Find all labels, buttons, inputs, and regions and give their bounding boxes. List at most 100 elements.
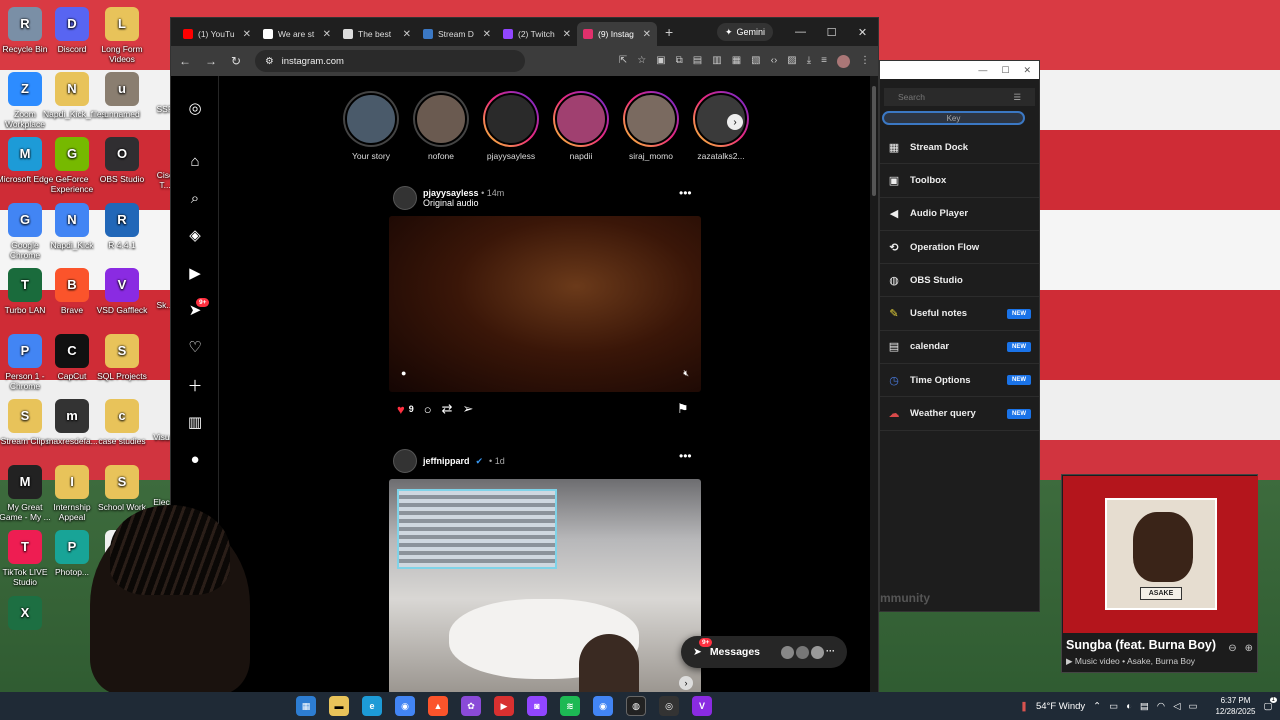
tray-icon[interactable]: ◐ (1126, 701, 1132, 712)
install-icon[interactable]: ⇱ (619, 55, 627, 68)
share-icon[interactable]: ➢ (463, 401, 474, 417)
story-item[interactable]: Your story (341, 91, 401, 161)
home-icon[interactable]: ⌂ (185, 151, 205, 171)
gemini-button[interactable]: ✦ Gemini (717, 23, 774, 41)
browser-tab[interactable]: The best ✕ (337, 22, 417, 46)
desktop-icon[interactable]: S SQL Projects (93, 334, 151, 381)
dashboard-icon[interactable]: ▥ (185, 412, 205, 432)
extension-icon[interactable]: ▥ (712, 55, 721, 68)
menu-icon[interactable]: ⋮ (860, 55, 870, 68)
clock[interactable]: 6:37 PM 12/28/2025 (1215, 695, 1255, 717)
browser-tab[interactable]: Stream D ✕ (417, 22, 497, 46)
create-icon[interactable]: ＋ (185, 375, 205, 395)
more-options-icon[interactable]: ••• (679, 449, 692, 463)
new-tab-button[interactable]: + (665, 24, 673, 40)
code-icon[interactable]: ‹› (771, 55, 778, 68)
desktop-icon[interactable]: X (0, 596, 54, 633)
chrome-icon[interactable]: ◉ (395, 696, 415, 716)
start-icon[interactable]: ▦ (296, 696, 316, 716)
tray-icon[interactable]: ▭ (1109, 701, 1118, 712)
desktop-icon[interactable]: R R 4.4.1 (93, 203, 151, 250)
app-icon[interactable]: ▶ (494, 696, 514, 716)
dock-search-input[interactable]: Search ☰ (884, 88, 1035, 106)
weather-icon[interactable]: ❚ (1020, 701, 1028, 712)
avatar[interactable] (393, 186, 417, 210)
back-icon[interactable]: ← (179, 54, 191, 68)
app-icon[interactable]: ✿ (461, 696, 481, 716)
maximize-icon[interactable]: ☐ (1001, 65, 1009, 76)
repost-icon[interactable]: ⇄ (442, 401, 453, 417)
desktop-icon[interactable]: O OBS Studio (93, 137, 151, 184)
reels-icon[interactable]: ▶ (185, 263, 205, 283)
story-item[interactable]: pjayysayless (481, 91, 541, 161)
mute-icon[interactable]: 🔇︎ (683, 368, 689, 379)
explore-icon[interactable]: ◈ (185, 225, 205, 245)
reload-icon[interactable]: ↻ (231, 54, 241, 68)
chevron-right-icon[interactable]: › (679, 676, 693, 690)
page-scrollbar[interactable] (870, 76, 878, 692)
profile-avatar[interactable] (837, 54, 850, 68)
heart-icon[interactable]: ♡ (185, 337, 205, 357)
more-options-icon[interactable]: ••• (679, 186, 692, 200)
story-item[interactable]: nofone (411, 91, 471, 161)
file-explorer-icon[interactable]: ▬ (329, 696, 349, 716)
notification-icon[interactable]: ▢ 1 (1264, 696, 1277, 712)
download-icon[interactable]: ⤓ (807, 55, 811, 68)
community-label[interactable]: mmunity (880, 591, 930, 605)
vsd-icon[interactable]: V (692, 696, 712, 716)
tab-close-icon[interactable]: ✕ (643, 29, 651, 40)
maximize-icon[interactable]: ☐ (816, 18, 847, 46)
post-username[interactable]: jeffnippard (423, 456, 470, 466)
edge-icon[interactable]: e (362, 696, 382, 716)
extension-icon[interactable]: ▦ (732, 55, 741, 68)
url-input[interactable]: ⚙ instagram.com (255, 50, 526, 72)
browser-tab[interactable]: (2) Twitch ✕ (497, 22, 577, 46)
scrollbar-thumb[interactable] (872, 86, 876, 196)
bookmark-star-icon[interactable]: ☆ (637, 55, 646, 68)
twitch-icon[interactable]: ◙ (527, 696, 547, 716)
chrome-icon[interactable]: ◉ (593, 696, 613, 716)
dock-item[interactable]: ✎ Useful notes NEW (880, 297, 1039, 331)
story-item[interactable]: zazatalks2... (691, 91, 751, 161)
tab-close-icon[interactable]: ✕ (483, 29, 491, 40)
heart-filled-icon[interactable]: ♥ (397, 402, 405, 417)
bookmark-icon[interactable]: ⚑ (677, 401, 689, 417)
messages-button[interactable]: ➤ 9+ Messages ··· (681, 636, 847, 668)
key-tab[interactable]: Key (882, 111, 1025, 125)
browser-tab[interactable]: (9) Instag ✕ (577, 22, 657, 46)
battery-icon[interactable]: ▭ (1188, 701, 1197, 712)
chevron-up-icon[interactable]: ⌃ (1093, 701, 1101, 712)
minimize-icon[interactable]: ⊖ (1228, 643, 1236, 654)
tab-close-icon[interactable]: ✕ (563, 29, 571, 40)
chevron-right-icon[interactable]: › (727, 114, 743, 130)
desktop-icon[interactable]: c case studies (93, 399, 151, 446)
extension-icon[interactable]: ▧ (751, 55, 760, 68)
app-icon[interactable]: ◎ (659, 696, 679, 716)
forward-icon[interactable]: → (205, 54, 217, 68)
extension-icon[interactable]: ▤ (693, 55, 702, 68)
post-audio[interactable]: Original audio (423, 198, 504, 208)
wifi-icon[interactable]: ◠ (1157, 701, 1165, 712)
expand-icon[interactable]: ⊕ (1245, 643, 1253, 654)
weather-text[interactable]: 54°F Windy (1036, 701, 1085, 712)
media-icon[interactable]: ≡ (821, 55, 827, 68)
list-icon[interactable]: ☰ (1013, 92, 1021, 103)
tab-close-icon[interactable]: ✕ (403, 29, 411, 40)
tab-close-icon[interactable]: ✕ (243, 29, 251, 40)
site-info-icon[interactable]: ⚙ (265, 56, 274, 67)
post-image[interactable]: › (389, 479, 701, 692)
spotify-icon[interactable]: ≋ (560, 696, 580, 716)
tab-close-icon[interactable]: ✕ (323, 29, 331, 40)
brave-icon[interactable]: ▲ (428, 696, 448, 716)
comment-icon[interactable]: ○ (424, 402, 432, 417)
close-icon[interactable]: ✕ (1023, 65, 1031, 76)
dock-item[interactable]: ▤ calendar NEW (880, 331, 1039, 365)
dock-item[interactable]: ▦ Stream Dock (880, 131, 1039, 165)
dock-item[interactable]: ◷ Time Options NEW (880, 364, 1039, 398)
desktop-icon[interactable]: u unnamed (93, 72, 151, 119)
puzzle-icon[interactable]: ⧉ (676, 55, 683, 68)
search-icon[interactable]: ⌕ (185, 188, 205, 208)
story-item[interactable]: siraj_momo (621, 91, 681, 161)
dock-item[interactable]: ☁ Weather query NEW (880, 397, 1039, 431)
avatar[interactable] (393, 449, 417, 473)
